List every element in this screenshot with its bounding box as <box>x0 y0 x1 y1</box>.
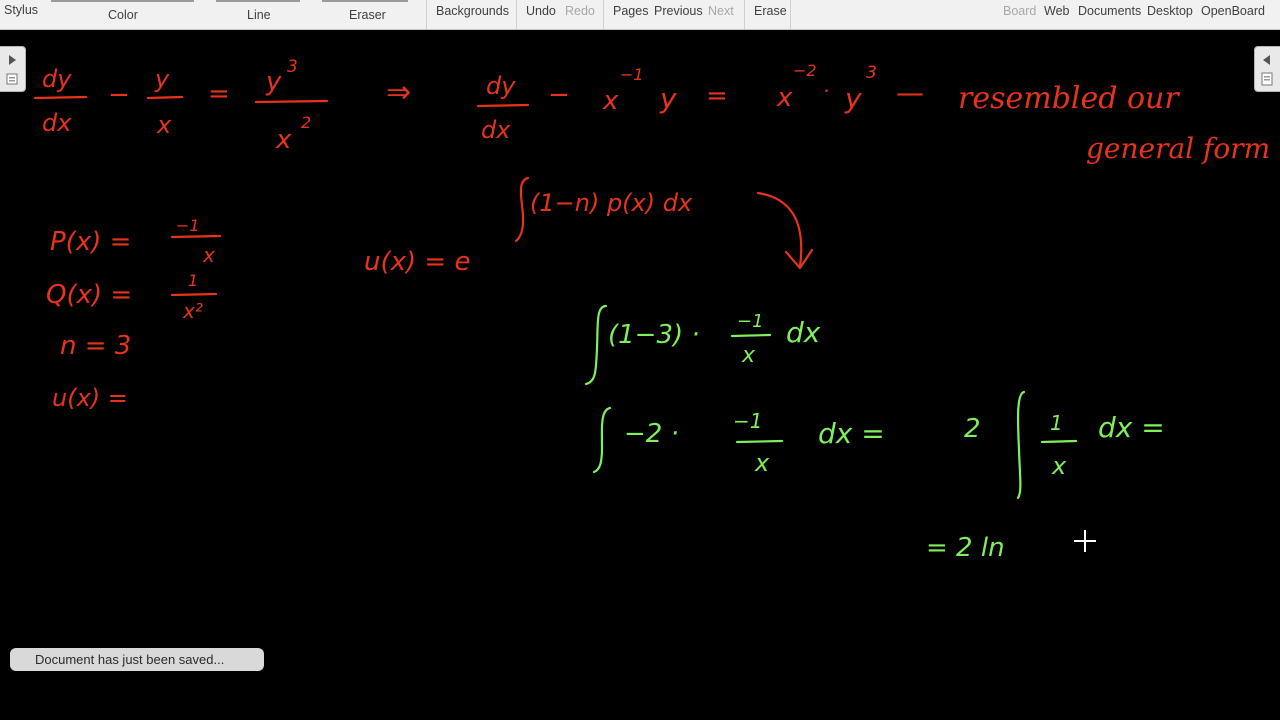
g2-integral-sign <box>592 406 612 474</box>
eq1-fraction-bar <box>33 95 88 100</box>
color-palette-bar[interactable] <box>51 0 194 2</box>
whiteboard-canvas[interactable]: dy dx − y x = y 3 x 2 ⇒ dy dx − x −1 y =… <box>0 30 1280 720</box>
web-mode-button[interactable]: Web <box>1044 4 1069 18</box>
eq2-dot: · <box>823 79 829 103</box>
g2-numerator-2: 1 <box>1050 411 1063 435</box>
u-main: u(x) = e <box>364 247 470 277</box>
note-resembled-our: resembled our <box>958 81 1180 116</box>
p-label: P(x) = <box>50 227 131 257</box>
next-page-button[interactable]: Next <box>708 4 734 18</box>
redo-button[interactable]: Redo <box>565 4 595 18</box>
u-exponent: (1−n) p(x) dx <box>530 189 693 217</box>
eq2-minus: − <box>548 80 570 110</box>
toolbar-separator <box>603 0 604 29</box>
eq2-dx: dx <box>481 116 511 144</box>
equation-rearranged: dy dx − x −1 y = x −2 · y 3 — resembled … <box>476 61 1270 165</box>
eraser-button[interactable]: Eraser <box>349 8 386 22</box>
toolbar-separator <box>426 0 427 29</box>
eq2-equals: = <box>706 81 728 111</box>
g2-denominator-2: x <box>1051 452 1067 480</box>
eq1-x: x <box>156 111 172 139</box>
stylus-button[interactable]: Stylus <box>4 3 38 17</box>
toolbar-separator <box>516 0 517 29</box>
color-button[interactable]: Color <box>108 8 138 22</box>
openboard-menu-button[interactable]: OpenBoard <box>1201 4 1265 18</box>
crosshair-cursor-icon <box>1074 530 1096 552</box>
backgrounds-button[interactable]: Backgrounds <box>436 4 509 18</box>
g1-fraction-bar <box>730 333 772 338</box>
u-integral-sign <box>514 176 530 243</box>
line-button[interactable]: Line <box>247 8 271 22</box>
line-width-bar[interactable] <box>216 0 300 2</box>
q-fraction-bar <box>170 292 218 297</box>
eq1-x2: x <box>275 125 292 155</box>
eq2-dash: — <box>896 76 924 109</box>
documents-mode-button[interactable]: Documents <box>1078 4 1141 18</box>
top-toolbar: Stylus Color Line Eraser Backgrounds Und… <box>0 0 1280 30</box>
g1-body: (1−3) · <box>608 320 700 350</box>
g2-denominator: x <box>754 449 770 477</box>
eq1-minus: − <box>108 80 130 110</box>
note-general-form: general form <box>1086 132 1270 165</box>
green-step-2: −2 · −1 x dx = 2 1 x dx = <box>592 390 1165 500</box>
eq1-fraction-bar-3 <box>254 99 329 104</box>
pages-button[interactable]: Pages <box>613 4 648 18</box>
g2-fraction-bar-2 <box>1040 439 1078 444</box>
g1-dx: dx <box>786 316 821 349</box>
eq2-exp-neg1: −1 <box>620 65 644 84</box>
q-denominator: x² <box>182 299 203 323</box>
implies-arrow: ⇒ <box>386 75 411 110</box>
toolbar-separator <box>744 0 745 29</box>
p-numerator: −1 <box>176 216 200 235</box>
eq1-exp3: 3 <box>287 57 298 77</box>
integrating-factor-formula: u(x) = e (1−n) p(x) dx <box>364 176 814 277</box>
g2-dx-equals: dx = <box>818 417 885 450</box>
g2-dx-equals-2: dx = <box>1098 411 1165 444</box>
ink-layer: dy dx − y x = y 3 x 2 ⇒ dy dx − x −1 y =… <box>33 57 1270 563</box>
previous-page-button[interactable]: Previous <box>654 4 703 18</box>
eq2-exp3: 3 <box>866 63 877 83</box>
eq2-x: x <box>602 86 619 116</box>
eq1-dx: dx <box>42 109 72 137</box>
g1-numerator: −1 <box>737 311 764 332</box>
curved-arrow <box>756 191 803 268</box>
g2-coefficient: 2 <box>964 414 981 444</box>
save-status-toast: Document has just been saved... <box>10 648 264 671</box>
green-step-1: (1−3) · −1 x dx <box>584 304 821 386</box>
g2-numerator: −1 <box>733 409 762 433</box>
erase-button[interactable]: Erase <box>754 4 787 18</box>
u-left-label: u(x) = <box>52 384 128 412</box>
q-numerator: 1 <box>188 271 198 290</box>
curved-arrow-head <box>784 248 814 270</box>
g2-part1: −2 · <box>624 419 679 449</box>
eq1-y: y <box>154 65 170 93</box>
eraser-size-bar[interactable] <box>322 0 408 2</box>
desktop-mode-button[interactable]: Desktop <box>1147 4 1193 18</box>
p-denominator: x <box>202 243 215 267</box>
eq2-y: y <box>659 82 677 115</box>
g2-fraction-bar <box>735 439 784 444</box>
eq1-fraction-bar-2 <box>146 95 184 100</box>
eq2-fraction-bar <box>476 103 530 108</box>
eq1-equals: = <box>208 79 230 109</box>
board-mode-button[interactable]: Board <box>1003 4 1036 18</box>
eq2-exp-neg2: −2 <box>793 61 817 80</box>
eq1-exp2: 2 <box>301 113 311 132</box>
eq2-y3: y <box>844 82 862 115</box>
coefficients-list: P(x) = −1 x Q(x) = 1 x² n = 3 u(x) = <box>46 216 222 412</box>
green-step-3: = 2 ln <box>926 533 1005 563</box>
g1-integral-sign <box>584 304 608 386</box>
q-label: Q(x) = <box>46 280 132 310</box>
undo-button[interactable]: Undo <box>526 4 556 18</box>
n-value: n = 3 <box>60 331 131 361</box>
p-fraction-bar <box>170 234 222 239</box>
toolbar-separator <box>790 0 791 29</box>
g1-denominator: x <box>741 343 756 368</box>
eq2-x2: x <box>776 83 793 113</box>
eq1-y-power: y <box>265 67 282 97</box>
equation-bernoulli-original: dy dx − y x = y 3 x 2 <box>33 57 329 155</box>
eq2-dy: dy <box>486 72 516 100</box>
g2-integral-sign-2 <box>1016 390 1026 500</box>
eq1-dy: dy <box>42 65 72 93</box>
